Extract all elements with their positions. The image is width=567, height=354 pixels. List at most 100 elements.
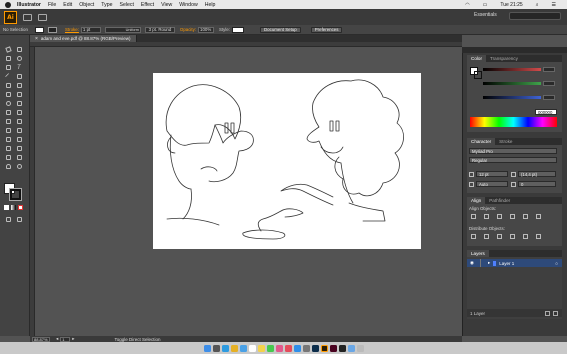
close-tab-icon[interactable]: × xyxy=(35,36,38,42)
tab-transparency[interactable]: Transparency xyxy=(486,55,522,62)
distribute-vcenter-icon[interactable] xyxy=(484,234,489,239)
perspective-grid-tool-icon[interactable] xyxy=(15,117,24,125)
paintbrush-tool-icon[interactable] xyxy=(4,81,13,89)
artboard-number-field[interactable]: 1 xyxy=(60,336,71,342)
green-value[interactable] xyxy=(543,81,555,86)
tab-color[interactable]: Color xyxy=(467,55,486,62)
list-icon[interactable]: ☰ xyxy=(552,2,556,8)
artboard-tool-icon[interactable] xyxy=(4,153,13,161)
menu-app-name[interactable]: Illustrator xyxy=(17,2,41,8)
layer-name[interactable]: Layer 1 xyxy=(499,261,514,266)
workspace-switcher[interactable]: Essentials xyxy=(474,12,497,18)
menu-help[interactable]: Help xyxy=(205,2,216,8)
stroke-weight-field[interactable]: 1 pt xyxy=(80,26,101,33)
launchpad-icon[interactable] xyxy=(212,344,220,352)
align-hcenter-icon[interactable] xyxy=(484,214,489,219)
preferences-button[interactable]: Preferences xyxy=(310,26,343,33)
tab-layers[interactable]: Layers xyxy=(467,250,489,257)
align-vcenter-icon[interactable] xyxy=(523,214,528,219)
red-value[interactable] xyxy=(543,67,555,72)
rectangle-tool-icon[interactable] xyxy=(15,72,24,80)
safari-icon[interactable] xyxy=(221,344,229,352)
line-tool-icon[interactable] xyxy=(4,72,13,80)
leading-field[interactable]: (14,4 pt) xyxy=(518,171,556,177)
align-top-icon[interactable] xyxy=(510,214,515,219)
type-tool-icon[interactable]: T xyxy=(15,63,24,71)
opacity-field[interactable]: 100% xyxy=(198,26,215,33)
music-icon[interactable] xyxy=(284,344,292,352)
color-stroke-mini-icon[interactable] xyxy=(474,71,482,79)
free-transform-tool-icon[interactable] xyxy=(15,108,24,116)
hand-tool-icon[interactable] xyxy=(4,162,13,170)
delete-layer-icon[interactable] xyxy=(553,310,558,316)
gradient-mode-icon[interactable] xyxy=(11,205,16,210)
variable-width-profile[interactable]: Uniform xyxy=(104,26,141,33)
chrome-icon[interactable] xyxy=(230,344,238,352)
none-mode-icon[interactable] xyxy=(18,205,23,210)
zoom-tool-icon[interactable] xyxy=(15,162,24,170)
menu-effect[interactable]: Effect xyxy=(141,2,154,8)
kerning-field[interactable]: Auto xyxy=(476,181,508,187)
messages-icon[interactable] xyxy=(266,344,274,352)
layer-expand-icon[interactable]: ▸ xyxy=(488,260,490,266)
menu-window[interactable]: Window xyxy=(179,2,197,8)
system-preferences-icon[interactable] xyxy=(302,344,310,352)
distribute-top-icon[interactable] xyxy=(471,234,476,239)
color-mode-icon[interactable] xyxy=(4,205,9,210)
artboard[interactable] xyxy=(153,73,421,249)
fill-swatch[interactable] xyxy=(35,26,44,33)
tab-align[interactable]: Align xyxy=(467,197,486,204)
mail-icon[interactable] xyxy=(239,344,247,352)
menu-type[interactable]: Type xyxy=(101,2,112,8)
help-search-input[interactable] xyxy=(509,12,561,20)
arrange-documents-icon[interactable] xyxy=(38,13,47,21)
notes-icon[interactable] xyxy=(257,344,265,352)
eyedropper-tool-icon[interactable] xyxy=(4,135,13,143)
tracking-field[interactable]: 0 xyxy=(518,181,556,187)
layer-visibility-icon[interactable]: ◉ xyxy=(470,260,476,266)
blue-slider[interactable] xyxy=(483,96,541,99)
slice-tool-icon[interactable] xyxy=(15,153,24,161)
font-style-dropdown[interactable]: Regular xyxy=(469,157,557,163)
wifi-icon[interactable]: ◠ xyxy=(465,2,469,8)
document-tab[interactable]: × adam and eve.pdf @ 88.87% (RGB/Preview… xyxy=(30,35,137,42)
align-left-icon[interactable] xyxy=(471,214,476,219)
magic-wand-tool-icon[interactable] xyxy=(4,54,13,62)
trash-icon[interactable] xyxy=(356,344,364,352)
menu-select[interactable]: Select xyxy=(120,2,134,8)
column-graph-tool-icon[interactable] xyxy=(15,144,24,152)
stroke-swatch[interactable] xyxy=(48,26,57,33)
color-mode-buttons[interactable] xyxy=(4,205,24,210)
distribute-left-icon[interactable] xyxy=(510,234,515,239)
screen-mode-icon[interactable] xyxy=(15,215,24,223)
finder-icon[interactable] xyxy=(203,344,211,352)
menu-file[interactable]: File xyxy=(48,2,56,8)
pen-tool-icon[interactable] xyxy=(4,63,13,71)
scale-tool-icon[interactable] xyxy=(15,99,24,107)
layer-row[interactable]: ◉ ▸ Layer 1 ○ xyxy=(467,259,562,267)
zoom-level-field[interactable]: 88.87% xyxy=(32,336,50,342)
blend-tool-icon[interactable] xyxy=(15,135,24,143)
graphic-style-swatch[interactable] xyxy=(232,26,245,33)
menu-object[interactable]: Object xyxy=(79,2,94,8)
illustrator-dock-icon[interactable] xyxy=(320,344,328,352)
red-slider[interactable] xyxy=(483,68,541,71)
rotate-tool-icon[interactable] xyxy=(4,99,13,107)
indesign-icon[interactable] xyxy=(329,344,337,352)
align-bottom-icon[interactable] xyxy=(536,214,541,219)
tab-stroke[interactable]: Stroke xyxy=(495,138,516,145)
distribute-hcenter-icon[interactable] xyxy=(523,234,528,239)
selection-tool-icon[interactable] xyxy=(4,45,13,53)
color-spectrum[interactable] xyxy=(470,117,557,127)
green-slider[interactable] xyxy=(483,82,541,85)
downloads-icon[interactable] xyxy=(347,344,355,352)
app-store-icon[interactable] xyxy=(293,344,301,352)
font-size-field[interactable]: 12 pt xyxy=(476,171,508,177)
distribute-bottom-icon[interactable] xyxy=(497,234,502,239)
symbol-sprayer-tool-icon[interactable] xyxy=(4,144,13,152)
eraser-tool-icon[interactable] xyxy=(15,90,24,98)
menu-clock[interactable]: Tue 21:25 xyxy=(500,2,522,8)
calendar-icon[interactable] xyxy=(248,344,256,352)
direct-selection-tool-icon[interactable] xyxy=(15,45,24,53)
bridge-icon[interactable] xyxy=(23,13,32,21)
